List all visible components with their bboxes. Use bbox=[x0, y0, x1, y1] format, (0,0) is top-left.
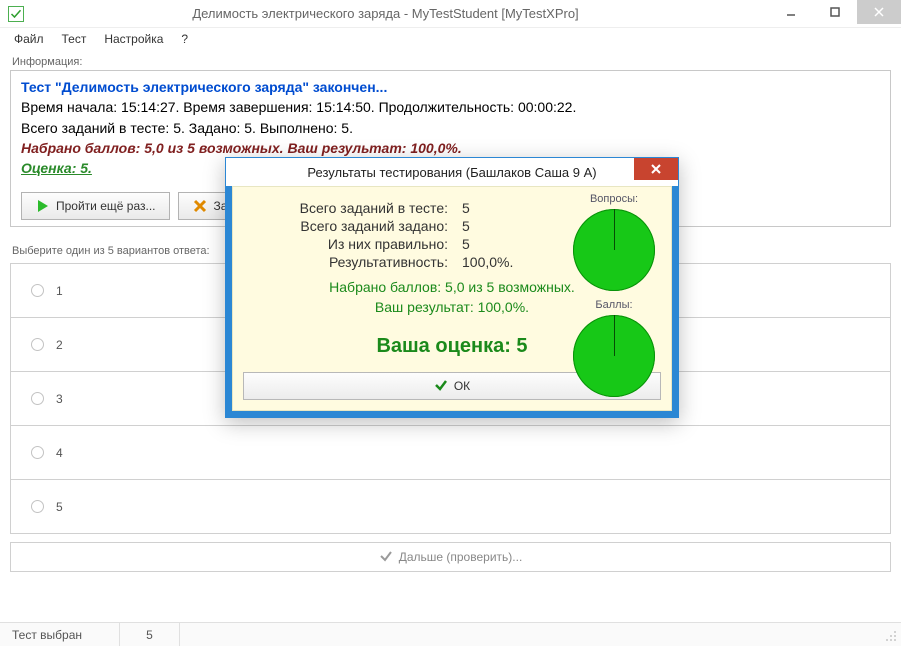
resize-grip-icon[interactable] bbox=[886, 631, 898, 643]
menu-test[interactable]: Тест bbox=[54, 30, 95, 48]
stat-correct-value: 5 bbox=[458, 235, 523, 253]
pie-chart-questions bbox=[573, 209, 655, 291]
window-buttons bbox=[769, 0, 901, 24]
stat-eff-label: Результативность: bbox=[253, 253, 458, 271]
answer-number: 2 bbox=[56, 338, 63, 352]
close-button[interactable] bbox=[857, 0, 901, 24]
stat-total-label: Всего заданий в тесте: bbox=[253, 199, 458, 217]
radio-icon bbox=[31, 446, 44, 459]
answer-option[interactable]: 4 bbox=[11, 426, 890, 480]
menu-help[interactable]: ? bbox=[173, 30, 196, 48]
menubar: Файл Тест Настройка ? bbox=[0, 28, 901, 50]
status-test-selected: Тест выбран bbox=[0, 623, 120, 646]
dialog-body: Вопросы: Баллы: Всего заданий в тесте:5 … bbox=[232, 186, 672, 411]
retry-button-label: Пройти ещё раз... bbox=[56, 198, 155, 215]
status-empty bbox=[180, 623, 901, 646]
answer-option[interactable]: 5 bbox=[11, 480, 890, 534]
next-button-label: Дальше (проверить)... bbox=[399, 550, 523, 564]
next-button[interactable]: Дальше (проверить)... bbox=[10, 542, 891, 572]
info-line-tasks: Всего заданий в тесте: 5. Задано: 5. Вып… bbox=[21, 118, 880, 138]
dialog-close-button[interactable] bbox=[634, 158, 678, 180]
charts-panel: Вопросы: Баллы: bbox=[573, 193, 655, 397]
dialog-titlebar: Результаты тестирования (Башлаков Саша 9… bbox=[226, 158, 678, 186]
dialog-title-text: Результаты тестирования (Башлаков Саша 9… bbox=[307, 165, 596, 180]
answer-number: 3 bbox=[56, 392, 63, 406]
info-line-score: Набрано баллов: 5,0 из 5 возможных. Ваш … bbox=[21, 138, 880, 158]
radio-icon bbox=[31, 284, 44, 297]
stat-asked-label: Всего заданий задано: bbox=[253, 217, 458, 235]
check-icon bbox=[434, 378, 448, 395]
radio-icon bbox=[31, 338, 44, 351]
stat-asked-value: 5 bbox=[458, 217, 523, 235]
statusbar: Тест выбран 5 bbox=[0, 622, 901, 646]
minimize-button[interactable] bbox=[769, 0, 813, 24]
play-icon bbox=[36, 199, 50, 213]
x-icon bbox=[193, 199, 207, 213]
stat-total-value: 5 bbox=[458, 199, 523, 217]
window-title: Делимость электрического заряда - MyTest… bbox=[0, 6, 771, 21]
maximize-button[interactable] bbox=[813, 0, 857, 24]
window-titlebar: Делимость электрического заряда - MyTest… bbox=[0, 0, 901, 28]
pie-chart-points bbox=[573, 315, 655, 397]
status-count: 5 bbox=[120, 623, 180, 646]
info-line-title: Тест "Делимость электрического заряда" з… bbox=[21, 77, 880, 97]
radio-icon bbox=[31, 392, 44, 405]
answer-number: 4 bbox=[56, 446, 63, 460]
results-dialog: Результаты тестирования (Башлаков Саша 9… bbox=[225, 157, 679, 418]
stats-table: Всего заданий в тесте:5 Всего заданий за… bbox=[253, 199, 523, 271]
ok-button-label: ОК bbox=[454, 379, 470, 393]
answer-number: 1 bbox=[56, 284, 63, 298]
menu-settings[interactable]: Настройка bbox=[96, 30, 171, 48]
pie-label-questions: Вопросы: bbox=[590, 193, 638, 205]
check-icon bbox=[379, 549, 393, 566]
pie-label-points: Баллы: bbox=[595, 299, 632, 311]
answer-number: 5 bbox=[56, 500, 63, 514]
stat-correct-label: Из них правильно: bbox=[253, 235, 458, 253]
radio-icon bbox=[31, 500, 44, 513]
info-section-label: Информация: bbox=[10, 56, 891, 70]
menu-file[interactable]: Файл bbox=[6, 30, 52, 48]
retry-button[interactable]: Пройти ещё раз... bbox=[21, 192, 170, 220]
stat-eff-value: 100,0%. bbox=[458, 253, 523, 271]
info-line-times: Время начала: 15:14:27. Время завершения… bbox=[21, 97, 880, 117]
